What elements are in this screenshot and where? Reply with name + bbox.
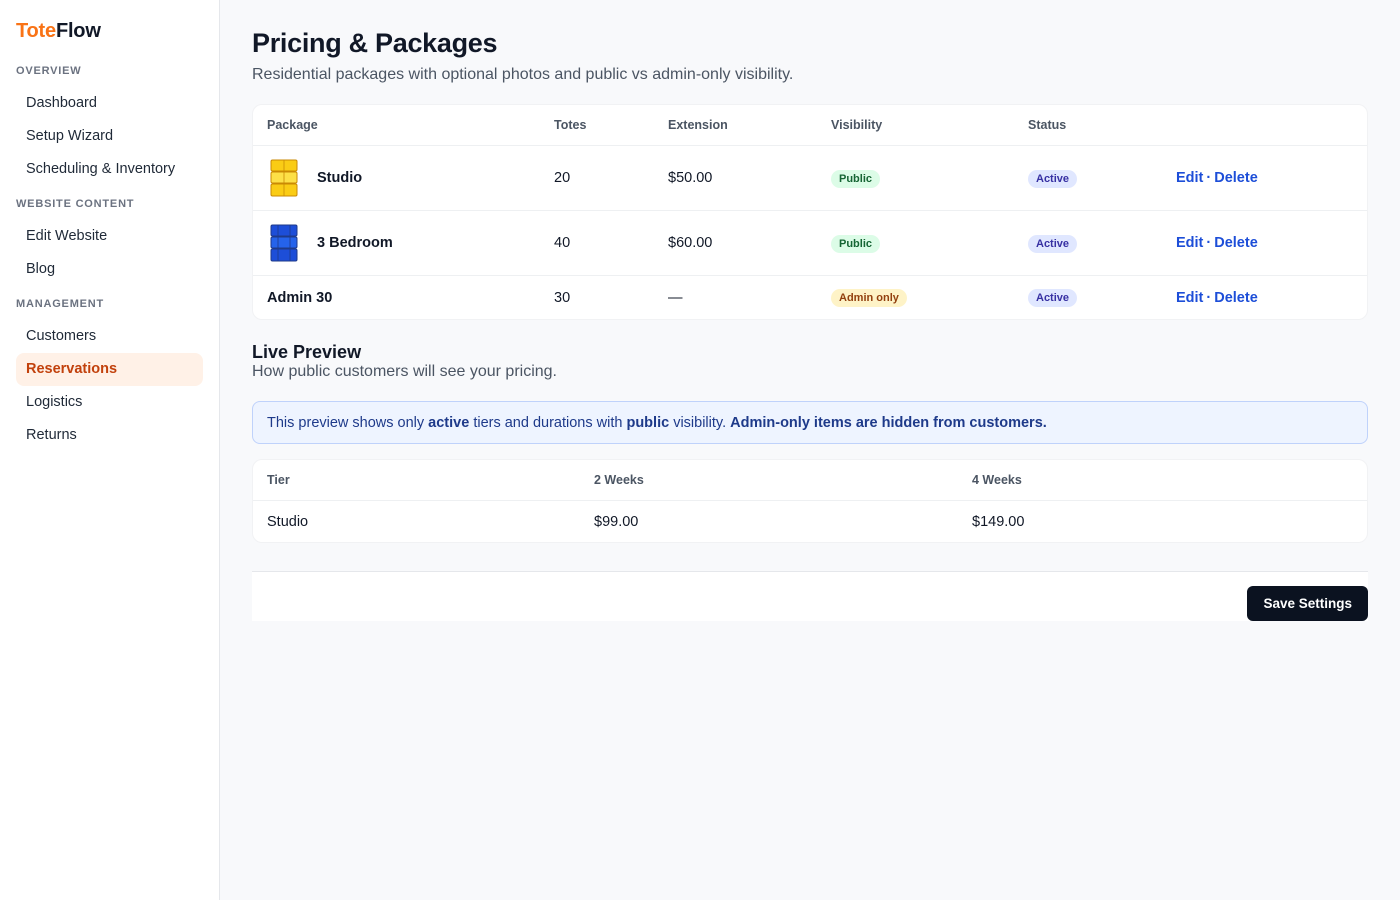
yellow-tote-stack-image <box>270 159 298 197</box>
totes-cell: 30 <box>554 289 571 306</box>
notice-bold-admin-hidden: Admin-only items are hidden from custome… <box>730 414 1047 431</box>
edit-link[interactable]: Edit <box>1176 170 1203 186</box>
table-row: Studio $99.00 $149.00 <box>253 500 1367 542</box>
column-header-visibility: Visibility <box>831 118 883 132</box>
edit-link[interactable]: Edit <box>1176 235 1203 251</box>
page-subtitle: Residential packages with optional photo… <box>252 66 794 83</box>
sidebar: ToteFlow OVERVIEW Dashboard Setup Wizard… <box>0 0 220 900</box>
visibility-badge: Public <box>831 234 881 253</box>
extension-cell: — <box>668 289 683 306</box>
sidebar-item-dashboard[interactable]: Dashboard <box>16 87 203 120</box>
main-content: Pricing & Packages Residential packages … <box>252 28 1368 621</box>
totes-cell: 20 <box>554 170 571 186</box>
price-2-weeks-cell: $99.00 <box>594 513 639 530</box>
price-4-weeks-cell: $149.00 <box>972 513 1025 530</box>
separator-dot: · <box>1206 235 1212 251</box>
notice-bold-active: active <box>428 414 470 431</box>
notice-bold-public: public <box>626 414 670 431</box>
package-name: 3 Bedroom <box>317 235 393 251</box>
delete-link[interactable]: Delete <box>1214 290 1258 306</box>
status-badge: Active <box>1028 234 1078 253</box>
sidebar-item-returns[interactable]: Returns <box>16 419 203 452</box>
separator-dot: · <box>1206 170 1212 186</box>
column-header-status: Status <box>1028 118 1067 132</box>
notice-text-2: tiers and durations with <box>469 414 627 431</box>
actions-cell: Edit · Delete <box>1176 290 1258 306</box>
sidebar-item-reservations[interactable]: Reservations <box>16 353 203 386</box>
nav-group-website-content: WEBSITE CONTENT Edit Website Blog <box>16 198 203 286</box>
status-badge: Active <box>1028 289 1078 307</box>
live-preview-subtitle: How public customers will see your prici… <box>252 363 557 380</box>
table-row: 3 Bedroom 40 $60.00 Public Active Edit · D… <box>253 210 1367 275</box>
table-row: Admin 30 30 — Admin only Active Edit · Del… <box>253 275 1367 319</box>
page-title: Pricing & Packages <box>252 28 498 58</box>
table-header-row: Package Totes Extension Visibility Statu… <box>253 105 1367 145</box>
live-preview-title: Live Preview <box>252 342 362 362</box>
sidebar-item-edit-website[interactable]: Edit Website <box>16 220 203 253</box>
totes-cell: 40 <box>554 235 571 251</box>
actions-cell: Edit · Delete <box>1176 235 1258 251</box>
extension-cell: $50.00 <box>668 170 713 186</box>
package-cell: Admin 30 <box>253 290 554 306</box>
column-header-tier: Tier <box>267 473 290 487</box>
nav-section-title: WEBSITE CONTENT <box>16 198 135 210</box>
column-header-4-weeks: 4 Weeks <box>972 473 1022 487</box>
visibility-cell: Public <box>831 169 1028 188</box>
nav-group-management: MANAGEMENT Customers Reservations Logist… <box>16 298 203 452</box>
notice-text-1: This preview shows only <box>267 414 429 431</box>
column-header-package: Package <box>267 118 318 132</box>
sidebar-item-scheduling-inventory[interactable]: Scheduling & Inventory <box>16 153 203 186</box>
nav-section-title: OVERVIEW <box>16 65 82 77</box>
column-header-extension: Extension <box>668 118 728 132</box>
package-name: Admin 30 <box>267 289 333 306</box>
extension-cell: $60.00 <box>668 235 713 251</box>
packages-table: Package Totes Extension Visibility Statu… <box>252 104 1368 320</box>
delete-link[interactable]: Delete <box>1214 170 1258 186</box>
status-badge: Active <box>1028 169 1078 188</box>
status-cell: Active <box>1028 234 1176 253</box>
sidebar-item-blog[interactable]: Blog <box>16 253 203 286</box>
notice-text-3: visibility. <box>669 414 731 431</box>
blue-tote-stack-image <box>270 224 298 262</box>
package-name: Studio <box>317 170 363 186</box>
table-header-row: Tier 2 Weeks 4 Weeks <box>253 460 1367 500</box>
sidebar-item-customers[interactable]: Customers <box>16 320 203 353</box>
brand-part-1: Tote <box>16 20 56 42</box>
status-cell: Active <box>1028 169 1176 188</box>
package-cell: 3 Bedroom <box>253 223 554 263</box>
brand-part-2: Flow <box>55 20 101 42</box>
status-cell: Active <box>1028 288 1176 307</box>
nav-section-title: MANAGEMENT <box>16 298 105 310</box>
column-header-totes: Totes <box>554 118 587 132</box>
preview-tier-table: Tier 2 Weeks 4 Weeks Studio $99.00 $149.… <box>252 459 1368 543</box>
nav-group-overview: OVERVIEW Dashboard Setup Wizard Scheduli… <box>16 65 203 186</box>
sidebar-item-logistics[interactable]: Logistics <box>16 386 203 419</box>
actions-cell: Edit · Delete <box>1176 170 1258 186</box>
sidebar-item-setup-wizard[interactable]: Setup Wizard <box>16 120 203 153</box>
visibility-badge: Admin only <box>831 289 907 307</box>
delete-link[interactable]: Delete <box>1214 235 1258 251</box>
column-header-2-weeks: 2 Weeks <box>594 473 644 487</box>
preview-info-notice: This preview shows only active tiers and… <box>252 401 1368 444</box>
visibility-badge: Public <box>831 169 881 188</box>
table-row: Studio 20 $50.00 Public Active Edit · Dele… <box>253 145 1367 210</box>
brand-logo[interactable]: ToteFlow <box>16 20 203 43</box>
separator-dot: · <box>1206 289 1212 306</box>
save-settings-button[interactable]: Save Settings <box>1247 586 1368 621</box>
tier-cell: Studio <box>267 513 309 530</box>
footer-action-bar: Save Settings <box>252 571 1368 621</box>
visibility-cell: Admin only <box>831 288 1028 307</box>
edit-link[interactable]: Edit <box>1176 290 1203 306</box>
visibility-cell: Public <box>831 234 1028 253</box>
package-cell: Studio <box>253 158 554 198</box>
